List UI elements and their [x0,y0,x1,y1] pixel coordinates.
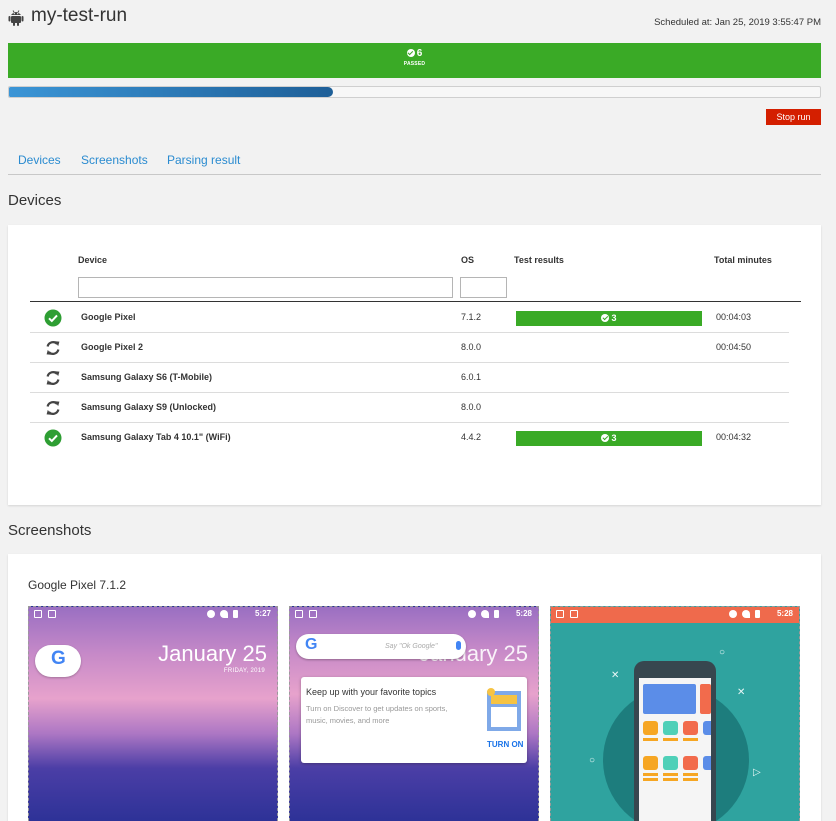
results-column-header[interactable]: Test results [514,255,564,265]
device-filter-input[interactable] [78,277,453,298]
screenshot-thumbnail[interactable]: 5:28 January 25 G Say "Ok Google" Keep u… [289,606,539,821]
device-name[interactable]: Samsung Galaxy S6 (T-Mobile) [81,372,212,382]
wifi-icon [220,610,228,618]
run-progress-bar [8,86,821,98]
tab-parsing-result[interactable]: Parsing result [167,153,240,167]
device-os: 8.0.0 [461,402,482,412]
status-bar: 5:28 [290,607,538,623]
notification-icon [34,610,42,618]
run-header: my-test-run Scheduled at: Jan 25, 2019 3… [8,5,828,30]
screenshot-thumbnail[interactable]: 5:27 G January 25 FRIDAY, 2019 [28,606,278,821]
device-name[interactable]: Google Pixel 2 [81,342,143,352]
discover-card: Keep up with your favorite topics Turn o… [301,677,527,763]
notification-icon [48,610,56,618]
decor-x-icon: ✕ [611,670,620,681]
running-sync-icon [46,401,60,415]
device-name[interactable]: Samsung Galaxy Tab 4 10.1" (WiFi) [81,432,231,442]
battery-icon [755,610,760,618]
test-results-bar[interactable]: 3 [516,311,702,326]
table-header-divider [30,301,801,302]
wifi-icon [742,610,750,618]
section-tabs: Devices Screenshots Parsing result [8,150,821,175]
discover-title: Keep up with your favorite topics [306,687,437,697]
screenshot-thumbnail[interactable]: 5:28 ✕ ✕ ○ ○ ▷ [550,606,800,821]
passed-check-icon [44,429,62,447]
turn-on-button: TURN ON [487,740,524,749]
android-icon [8,10,24,26]
screenshots-heading: Screenshots [8,522,92,539]
os-column-header[interactable]: OS [461,255,474,265]
status-time: 5:28 [515,609,532,618]
dnd-icon [729,610,737,618]
os-filter-input[interactable] [460,277,507,298]
mic-icon [456,641,461,650]
wifi-icon [481,610,489,618]
notification-icon [295,610,303,618]
app-grid-icon [643,684,711,781]
clock-date: January 25 [158,641,267,666]
total-minutes: 00:04:32 [716,432,752,442]
status-bar: 5:27 [29,607,277,623]
device-os: 6.0.1 [461,372,482,382]
tab-devices[interactable]: Devices [18,153,61,167]
check-icon [406,49,415,57]
device-name[interactable]: Samsung Galaxy S9 (Unlocked) [81,402,216,412]
passed-label: PASSED [403,61,426,67]
notification-icon [556,610,564,618]
passed-check-icon [44,309,62,327]
discover-illustration-icon [487,688,521,731]
passed-count: 6 [8,48,821,59]
dnd-icon [207,610,215,618]
run-progress-fill [9,87,334,97]
total-minutes: 00:04:03 [716,312,752,322]
decor-triangle-icon: ▷ [753,767,761,778]
notification-icon [570,610,578,618]
notification-icon [309,610,317,618]
battery-icon [494,610,499,618]
status-bar: 5:28 [551,607,799,623]
device-os: 4.4.2 [461,432,482,442]
google-g-icon: G [51,648,66,669]
google-g-icon: G [305,636,318,653]
device-column-header[interactable]: Device [78,255,107,265]
table-row[interactable]: Samsung Galaxy S6 (T-Mobile) 6.0.1 [30,363,789,393]
decor-circle-icon: ○ [589,755,596,766]
phone-illustration [634,661,716,821]
tab-screenshots[interactable]: Screenshots [81,153,148,167]
check-icon [601,314,610,322]
screenshots-card: Google Pixel 7.1.2 5:27 G January 25 FRI… [8,554,821,821]
devices-card: Device OS Test results Total minutes Goo… [8,225,821,505]
phone-screen [639,678,711,821]
test-results-bar[interactable]: 3 [516,431,702,446]
status-time: 5:28 [776,609,793,618]
table-row[interactable]: Samsung Galaxy Tab 4 10.1" (WiFi) 4.4.2 … [30,423,789,453]
search-placeholder: Say "Ok Google" [385,643,438,650]
battery-icon [233,610,238,618]
table-row[interactable]: Samsung Galaxy S9 (Unlocked) 8.0.0 [30,393,789,423]
stop-run-button[interactable]: Stop run [766,109,821,125]
decor-circle-icon: ○ [719,647,726,658]
decor-x-icon: ✕ [737,687,746,698]
run-title: my-test-run [31,5,128,26]
google-search-bubble: G [35,645,81,677]
table-row[interactable]: Google Pixel 2 8.0.0 00:04:50 [30,333,789,363]
device-os: 8.0.0 [461,342,482,352]
total-minutes: 00:04:50 [716,342,752,352]
scheduled-time: Scheduled at: Jan 25, 2019 3:55:47 PM [654,17,821,28]
table-row[interactable]: Google Pixel 7.1.2 3 00:04:03 [30,303,789,333]
dnd-icon [468,610,476,618]
device-os: 7.1.2 [461,312,482,322]
passed-summary-bar: 6 PASSED [8,43,821,78]
status-time: 5:27 [254,609,271,618]
google-search-bar: G Say "Ok Google" [296,634,466,659]
discover-body: Turn on Discover to get updates on sport… [306,704,448,725]
check-icon [601,434,610,442]
device-name[interactable]: Google Pixel [81,312,136,322]
clock-day: FRIDAY, 2019 [223,668,265,674]
minutes-column-header[interactable]: Total minutes [714,255,772,265]
running-sync-icon [46,341,60,355]
running-sync-icon [46,371,60,385]
screenshot-device-label: Google Pixel 7.1.2 [28,578,127,592]
devices-heading: Devices [8,192,62,209]
